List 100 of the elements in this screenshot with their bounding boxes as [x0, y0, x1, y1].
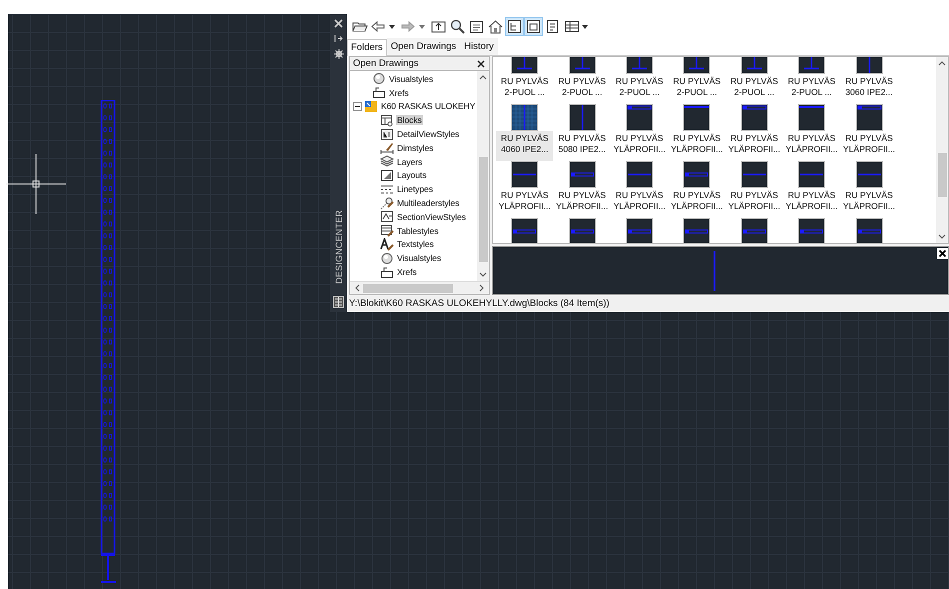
- tab[interactable]: Open Drawings: [386, 38, 460, 55]
- tree-item[interactable]: Blocks: [396, 115, 423, 126]
- block-item[interactable]: RU PYLVÄS YLÄPROFII...: [782, 161, 840, 218]
- block-item[interactable]: RU PYLVÄS YLÄPROFII...: [496, 161, 554, 218]
- linetypes-icon: [380, 182, 394, 196]
- block-item[interactable]: RU PYLVÄS 4060 IPE2...: [496, 104, 554, 161]
- vertical-scrollbar[interactable]: [477, 71, 489, 281]
- block-thumbnail: [626, 161, 653, 188]
- block-thumbnail: [683, 218, 710, 243]
- block-thumbnail: [856, 161, 883, 188]
- block-thumbnail: [626, 218, 653, 243]
- tab[interactable]: History: [460, 38, 498, 55]
- drawing-canvas[interactable]: [8, 14, 949, 589]
- scroll-down-icon[interactable]: [938, 234, 946, 240]
- visualstyles-icon: [372, 72, 386, 86]
- block-item[interactable]: RU PYLVÄS 2-PUOL ...: [496, 57, 554, 104]
- block-thumbnail: [511, 104, 538, 131]
- block-item[interactable]: RU PYLVÄS YLÄPROFII...: [726, 161, 783, 218]
- xrefs-icon: [372, 86, 386, 100]
- horizontal-scrollbar[interactable]: [350, 281, 489, 294]
- tree-item[interactable]: Multileaderstyles: [396, 198, 460, 208]
- tree-item[interactable]: K60 RASKAS ULOKEHY: [380, 101, 476, 112]
- crosshair-cursor: [6, 154, 66, 214]
- description-icon[interactable]: [544, 18, 561, 34]
- tab[interactable]: Folders: [347, 39, 387, 56]
- block-item[interactable]: RU PYLVÄS 2-PUOL ...: [782, 57, 840, 104]
- tree-item[interactable]: Layouts: [396, 170, 428, 180]
- tree-item[interactable]: Tablestyles: [396, 226, 440, 236]
- tree-item[interactable]: Dimstyles: [396, 142, 434, 153]
- block-thumbnail: [511, 161, 538, 188]
- tree-item[interactable]: Linetypes: [396, 184, 434, 194]
- block-item[interactable]: RU PYLVÄS 2-PUOL ...: [726, 57, 783, 104]
- block-item[interactable]: RU PYLVÄS YLÄPROFII...: [668, 161, 726, 218]
- dim-icon: [380, 141, 394, 154]
- block-item[interactable]: RU PYLVÄS 5080 IPE2...: [553, 104, 611, 161]
- block-thumbnail: [856, 104, 883, 131]
- layers-icon: [380, 155, 394, 168]
- block-item[interactable]: RU PYLVÄS 2-PUOL ...: [610, 57, 668, 104]
- xrefs-icon: [380, 266, 394, 279]
- tree-item[interactable]: Layers: [396, 156, 424, 167]
- block-thumbnail: [511, 218, 538, 243]
- scrollbar-thumb[interactable]: [478, 157, 488, 262]
- block-thumbnail: [568, 218, 596, 243]
- block-thumbnail: [798, 104, 826, 131]
- scrollbar-thumb[interactable]: [938, 153, 946, 197]
- text-icon: [380, 238, 394, 251]
- block-thumbnail: [856, 218, 883, 243]
- tree-item[interactable]: Xrefs: [396, 267, 418, 278]
- blocks-icon: [380, 114, 394, 127]
- block-thumbnail: [740, 218, 768, 243]
- collapse-icon[interactable]: [353, 102, 362, 111]
- block-item[interactable]: RU PYLVÄS YLÄPROFII...: [553, 161, 611, 218]
- block-thumbnail: [683, 104, 710, 131]
- scrollbar-thumb[interactable]: [363, 284, 454, 292]
- auto-hide-icon[interactable]: [334, 34, 343, 43]
- scroll-up-icon[interactable]: [938, 60, 946, 66]
- block-item[interactable]: RU PYLVÄS 2-PUOL ...: [668, 57, 726, 104]
- block-item[interactable]: RU PYLVÄS YLÄPROFII...: [668, 104, 726, 161]
- block-item[interactable]: RU PYLVÄS 3060 IPE2...: [840, 57, 898, 104]
- layouts-icon: [380, 168, 394, 182]
- tree-header-title: Open Drawings: [353, 58, 418, 69]
- status-path: Y:\Blokit\K60 RASKAS ULOKEHYLLY.dwg\Blocks (84 Item(s)): [349, 298, 610, 309]
- preview-icon[interactable]: [525, 18, 542, 34]
- tree-item[interactable]: Textstyles: [396, 239, 435, 250]
- settings-icon[interactable]: [334, 49, 344, 59]
- home-icon[interactable]: [487, 18, 504, 34]
- tree-item[interactable]: Visualstyles: [396, 253, 442, 264]
- block-item[interactable]: RU PYLVÄS YLÄPROFII...: [610, 104, 668, 161]
- tree-item[interactable]: Visualstyles: [388, 74, 434, 84]
- table-icon: [380, 224, 394, 238]
- block-item[interactable]: RU PYLVÄS YLÄPROFII...: [840, 161, 898, 218]
- block-thumbnail: [568, 104, 596, 131]
- block-thumbnail: [740, 161, 768, 188]
- vertical-scrollbar[interactable]: [936, 57, 948, 243]
- block-thumbnail: [626, 104, 653, 131]
- tree-item[interactable]: Xrefs: [388, 88, 410, 98]
- tree-item[interactable]: SectionViewStyles: [396, 212, 467, 222]
- drawing-icon: [364, 100, 378, 113]
- close-icon[interactable]: [477, 60, 485, 68]
- block-item[interactable]: RU PYLVÄS YLÄPROFII...: [726, 104, 783, 161]
- scroll-right-icon[interactable]: [479, 284, 485, 292]
- block-thumbnail: [568, 161, 596, 188]
- visualstyles-icon: [380, 252, 394, 265]
- tree-icon[interactable]: [506, 18, 523, 34]
- scroll-down-icon[interactable]: [479, 272, 487, 278]
- block-thumbnail: [798, 218, 826, 243]
- close-icon[interactable]: [937, 248, 948, 259]
- block-item[interactable]: RU PYLVÄS 2-PUOL ...: [553, 57, 611, 104]
- block-thumbnail: [798, 161, 826, 188]
- block-thumbnail: [683, 161, 710, 188]
- scroll-up-icon[interactable]: [479, 74, 487, 80]
- block-item[interactable]: RU PYLVÄS YLÄPROFII...: [782, 104, 840, 161]
- block-item[interactable]: RU PYLVÄS YLÄPROFII...: [610, 161, 668, 218]
- scroll-left-icon[interactable]: [354, 284, 360, 292]
- palette-properties-icon[interactable]: [333, 296, 344, 308]
- palette-title: DESIGNCENTER: [334, 210, 344, 284]
- block-thumbnail: [740, 104, 768, 131]
- block-item[interactable]: RU PYLVÄS YLÄPROFII...: [840, 104, 898, 161]
- tree-item[interactable]: DetailViewStyles: [396, 129, 460, 140]
- search-icon[interactable]: [449, 18, 466, 34]
